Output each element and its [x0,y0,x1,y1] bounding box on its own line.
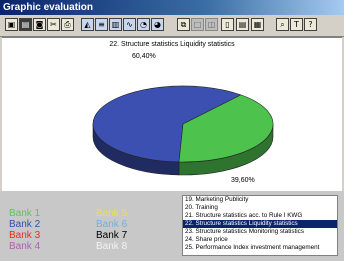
split-view-icon[interactable]: ◫ [205,18,218,31]
grid-view-icon[interactable]: ▦ [251,18,264,31]
legend-item-bank-5: Bank 5 [96,208,128,219]
zoom-icon[interactable]: ⌕ [276,18,289,31]
bar-chart-icon[interactable]: ▥ [109,18,122,31]
legend-item-bank-7: Bank 7 [96,230,128,241]
help-icon[interactable]: ? [304,18,317,31]
single-view-icon[interactable]: □ [191,18,204,31]
pie-chart-3d-icon[interactable]: ◔ [137,18,150,31]
toolbar: ▣ ▤ ◙ ✂ ⎙ ◭ ≡ ▥ ∿ ◔ ◕ ⧉ □ ◫ ▯ ▤ ▦ ⌕ T? [0,15,344,37]
save-icon[interactable]: ▣ [5,18,18,31]
list-item[interactable]: 19. Marketing Publicity [183,196,337,204]
legend-item-bank-8: Bank 8 [96,241,128,252]
scissors-icon[interactable]: ✂ [47,18,60,31]
legend-item-bank-3: Bank 3 [9,230,41,241]
graphic-evaluation-window: Graphic evaluation ▣ ▤ ◙ ✂ ⎙ ◭ ≡ ▥ ∿ ◔ ◕ ⧉ □ ◫ ▯ ▤ ▦ ⌕ T? … [0,0,344,261]
list-item[interactable]: 24. Share price [183,236,337,244]
page-list-icon[interactable]: ▤ [236,18,249,31]
chart-area: 22. Structure statistics Liquidity stati… [2,37,342,192]
area-chart-icon[interactable]: ◭ [81,18,94,31]
bar-chart-horizontal-icon[interactable]: ≡ [95,18,108,31]
camera-icon[interactable]: ◙ [33,18,46,31]
legend-item-bank-4: Bank 4 [9,241,41,252]
pie-chart: 60,40% 39,60% [92,53,274,184]
window-title: Graphic evaluation [0,0,344,15]
statistics-list[interactable]: 19. Marketing Publicity 20. Training 21. S… [182,195,338,256]
line-chart-icon[interactable]: ∿ [123,18,136,31]
list-item[interactable]: 20. Training [183,204,337,212]
legend-item-bank-1: Bank 1 [9,208,41,219]
slice-label-green: 39,60% [231,177,255,184]
pie-chart-icon[interactable]: ◕ [151,18,164,31]
legend-item-bank-2: Bank 2 [9,219,41,230]
page-icon[interactable]: ▯ [221,18,234,31]
print-icon[interactable]: ▤ [19,18,32,31]
printer-icon[interactable]: ⎙ [61,18,74,31]
legend-item-bank-6: Bank 6 [96,219,128,230]
format-icon[interactable]: T [290,18,303,31]
slice-label-blue: 60,40% [132,53,156,60]
list-item[interactable]: 23. Structure statistics Monitoring stat… [183,228,337,236]
list-item[interactable]: 25. Performance Index investment managem… [183,244,337,252]
dual-chart-icon[interactable]: ⧉ [177,18,190,31]
list-item[interactable]: 22. Structure statistics Liquidity stati… [183,220,337,228]
list-item[interactable]: 21. Structure statistics acc. to Rule I … [183,212,337,220]
